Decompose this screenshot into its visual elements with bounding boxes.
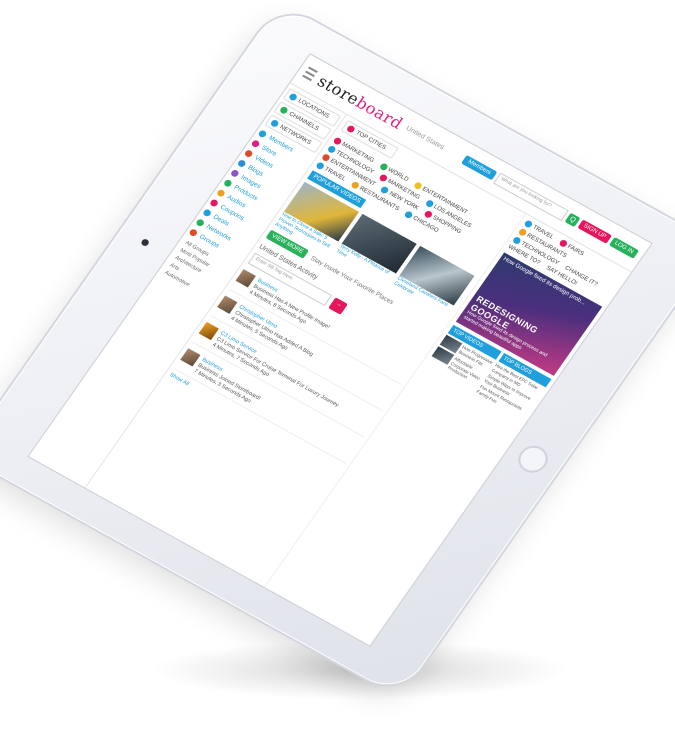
deal-icon xyxy=(202,208,213,218)
avatar[interactable] xyxy=(235,269,256,288)
signup-button[interactable]: SIGN UP xyxy=(577,219,612,244)
city-icon xyxy=(345,124,356,134)
audio-icon xyxy=(215,188,227,198)
location-pin-icon xyxy=(288,92,299,102)
image-icon xyxy=(229,168,240,178)
tablet-screen: storeboard United States Members What ar… xyxy=(27,53,653,647)
product-icon xyxy=(222,178,233,188)
enter-tag-button[interactable]: → xyxy=(328,297,348,315)
blog-icon xyxy=(236,158,247,169)
avatar[interactable] xyxy=(180,348,201,367)
group-icon xyxy=(188,228,199,238)
hamburger-menu-icon[interactable] xyxy=(302,66,318,82)
members-icon xyxy=(257,129,268,139)
video-icon xyxy=(243,149,254,159)
channels-icon xyxy=(278,105,289,115)
store-icon xyxy=(250,139,261,149)
sidebar-item-label: Deals xyxy=(211,213,231,228)
avatar[interactable] xyxy=(217,295,238,314)
country-selector[interactable]: United States xyxy=(405,125,446,151)
network-icon xyxy=(195,218,206,228)
coupon-icon xyxy=(208,198,220,208)
tablet-device: storeboard United States Members What ar… xyxy=(0,2,675,698)
networks-icon xyxy=(269,118,280,128)
login-button[interactable]: LOG IN xyxy=(608,236,640,259)
members-dropdown[interactable]: Members xyxy=(461,155,498,181)
sidebar-item-label: Store xyxy=(260,144,278,158)
avatar[interactable] xyxy=(198,321,219,341)
category-label: FAIRS xyxy=(566,243,585,257)
sidebar-item-label: Blogs xyxy=(246,164,265,178)
